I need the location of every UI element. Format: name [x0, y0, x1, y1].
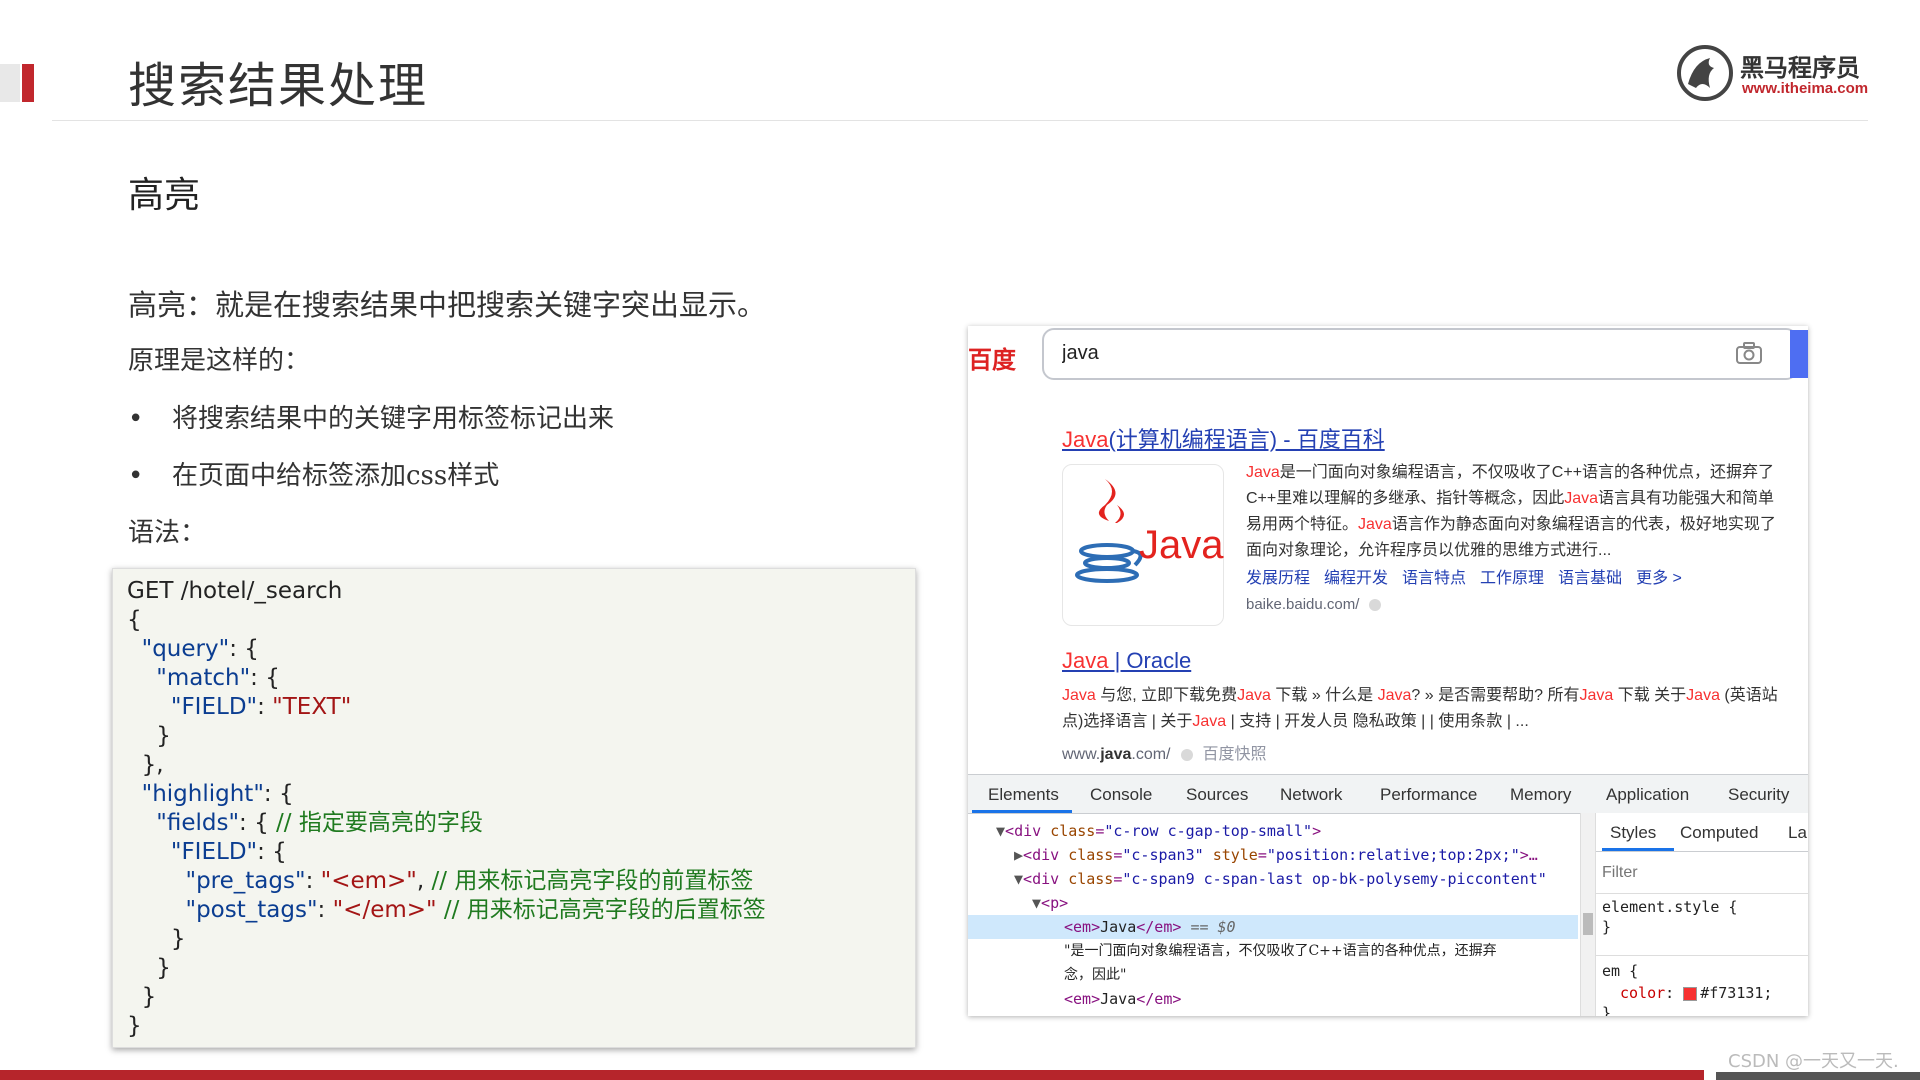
footer-bar: [0, 1070, 1704, 1080]
sublink[interactable]: 语言基础: [1558, 570, 1622, 587]
bullet-item: • 将搜索结果中的关键字用标签标记出来: [128, 404, 615, 434]
dom-node[interactable]: ▼<div class="c-row c-gap-top-small">: [968, 819, 1578, 843]
tab-styles[interactable]: Styles: [1610, 823, 1656, 843]
header-divider: [52, 120, 1868, 121]
tab-layout[interactable]: La: [1788, 823, 1807, 843]
result-title-link[interactable]: Java(计算机编程语言) - 百度百科: [1062, 422, 1385, 454]
tab-security[interactable]: Security: [1728, 785, 1789, 805]
bullet-dot-icon: •: [128, 404, 144, 434]
title-accent-grey: [0, 64, 20, 102]
tab-elements[interactable]: Elements: [988, 785, 1059, 805]
styles-tabbar: Styles Computed La: [1596, 813, 1808, 852]
browser-screenshot: 百度 Java(计算机编程语言) - 百度百科 Java Java是一门面向对象…: [968, 326, 1808, 1016]
dom-scrollbar[interactable]: [1580, 813, 1596, 1016]
result-abstract: Java是一门面向对象编程语言，不仅吸收了C++语言的各种优点，还摒弃了C++里…: [1246, 464, 1776, 559]
baidu-logo: 百度: [968, 347, 1016, 374]
snapshot-link[interactable]: 百度快照: [1203, 746, 1267, 763]
slide-title: 搜索结果处理: [128, 58, 429, 114]
watermark: CSDN @一天又一天.: [1728, 1051, 1899, 1072]
result-url: baike.baidu.com/: [1246, 596, 1382, 613]
dom-text-node[interactable]: 念，因此": [968, 963, 1578, 987]
devtools-panel: Elements Console Sources Network Perform…: [968, 774, 1808, 1016]
result-url: www.java.com/百度快照: [1062, 746, 1267, 763]
tab-network[interactable]: Network: [1280, 785, 1342, 805]
tab-sources[interactable]: Sources: [1186, 785, 1248, 805]
logo-name: 黑马程序员: [1740, 54, 1860, 82]
sublink[interactable]: 语言特点: [1402, 570, 1466, 587]
syntax-label: 语法：: [128, 518, 207, 548]
result-abstract: Java 与您, 立即下载免费Java 下载 » 什么是 Java? » 是否需…: [1062, 687, 1778, 730]
itheima-logo: 黑马程序员 www.itheima.com: [1676, 44, 1876, 104]
rule-selector: element.style {: [1602, 898, 1738, 916]
dom-node-selected[interactable]: <em>Java</em> == $0: [968, 915, 1578, 939]
dom-text-node[interactable]: "是一门面向对象编程语言，不仅吸收了C++语言的各种优点，还摒弃: [968, 939, 1578, 963]
styles-filter-input[interactable]: [1602, 861, 1792, 885]
tab-performance[interactable]: Performance: [1380, 785, 1477, 805]
search-input[interactable]: [1062, 340, 1662, 366]
dom-node[interactable]: ▼<p>: [968, 891, 1578, 915]
title-accent-red: [22, 64, 34, 102]
devtools-tabbar: Elements Console Sources Network Perform…: [968, 775, 1808, 814]
code-text: GET /hotel/_search { "query": { "match":…: [127, 578, 766, 1039]
dom-node[interactable]: <em>Java</em>: [968, 987, 1578, 1011]
result-sublinks: 发展历程 编程开发 语言特点 工作原理 语言基础 更多 >: [1246, 564, 1696, 588]
dom-tree: ▼<div class="c-row c-gap-top-small"> ▶<d…: [968, 813, 1578, 1016]
tab-application[interactable]: Application: [1606, 785, 1689, 805]
footer-bar-dark: [1716, 1072, 1920, 1080]
sublink[interactable]: 工作原理: [1480, 570, 1544, 587]
tab-memory[interactable]: Memory: [1510, 785, 1571, 805]
section-heading: 高亮: [128, 175, 201, 216]
tab-console[interactable]: Console: [1090, 785, 1152, 805]
rule-selector: em {: [1602, 962, 1639, 980]
dom-node[interactable]: ▼<div class="c-span9 c-span-last op-bk-p…: [968, 867, 1578, 891]
logo-url: www.itheima.com: [1742, 80, 1869, 97]
style-declaration[interactable]: color: #f73131;: [1620, 984, 1772, 1002]
sublink[interactable]: 发展历程: [1246, 570, 1310, 587]
active-tab-indicator: [1602, 848, 1674, 851]
tab-computed[interactable]: Computed: [1680, 823, 1758, 843]
result-title-link[interactable]: Java | Oracle: [1062, 648, 1191, 674]
sublink[interactable]: 更多 >: [1636, 570, 1682, 587]
java-logo-text: Java: [1139, 523, 1224, 567]
rule-close: }: [1602, 918, 1612, 936]
camera-icon[interactable]: [1736, 342, 1762, 364]
styles-pane: Styles Computed La element.style { } em …: [1596, 813, 1808, 1016]
bullet-item: • 在页面中给标签添加css样式: [128, 461, 500, 491]
style-rule: em { color: #f73131; }: [1596, 955, 1808, 1016]
horse-logo-icon: [1677, 45, 1733, 101]
scrollbar-thumb[interactable]: [1583, 913, 1593, 935]
color-swatch-icon[interactable]: [1683, 986, 1698, 1001]
verified-icon: [1369, 599, 1382, 612]
style-rule: element.style { }: [1596, 893, 1808, 936]
bullet-dot-icon: •: [128, 461, 144, 491]
dom-node[interactable]: ▶<div class="c-span3" style="position:re…: [968, 843, 1578, 867]
definition-text: 高亮：就是在搜索结果中把搜索关键字突出显示。: [128, 288, 767, 322]
verified-icon: [1180, 748, 1193, 761]
sublink[interactable]: 编程开发: [1324, 570, 1388, 587]
rule-close: }: [1602, 1004, 1612, 1016]
code-block: GET /hotel/_search { "query": { "match":…: [112, 568, 916, 1048]
search-button[interactable]: [1790, 330, 1808, 378]
search-box[interactable]: [1042, 328, 1798, 380]
java-logo-image[interactable]: Java: [1062, 464, 1224, 626]
principle-intro: 原理是这样的：: [128, 346, 311, 376]
